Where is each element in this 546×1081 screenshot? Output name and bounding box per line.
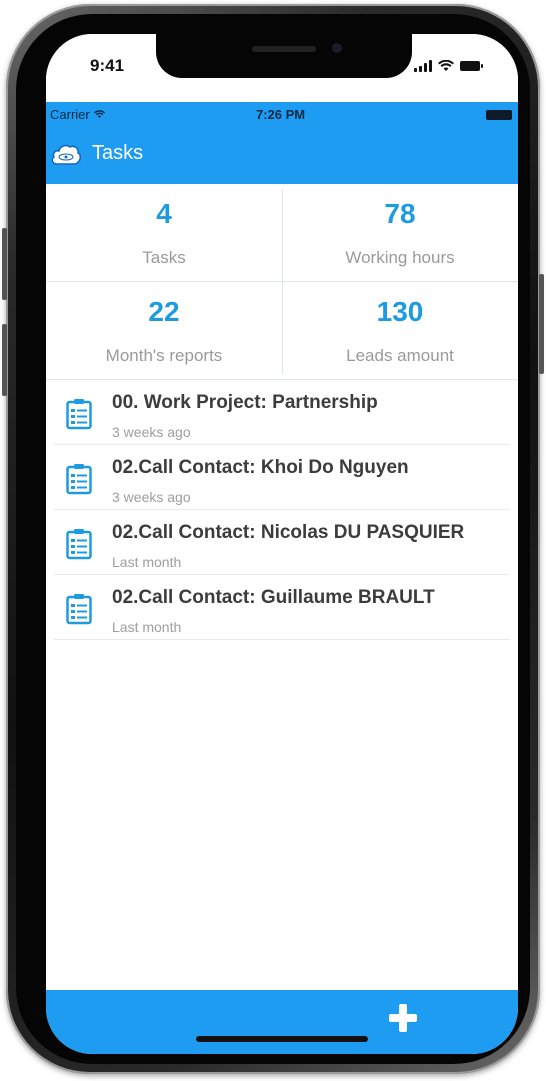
home-indicator[interactable]: [196, 1036, 368, 1042]
task-time: 3 weeks ago: [112, 489, 191, 505]
stat-month-reports[interactable]: 22 Month's reports: [46, 282, 282, 380]
task-title: 02.Call Contact: Khoi Do Nguyen: [112, 457, 409, 478]
wifi-icon: [438, 60, 454, 71]
stat-value: 4: [156, 198, 172, 229]
carrier-label: Carrier: [50, 107, 90, 122]
task-time: Last month: [112, 554, 182, 570]
task-list: 00. Work Project: Partnership 3 weeks ag…: [46, 380, 518, 640]
plus-icon[interactable]: [389, 1004, 417, 1032]
task-row[interactable]: 02.Call Contact: Guillaume BRAULT Last m…: [54, 575, 510, 640]
wifi-icon: [93, 110, 105, 118]
phone-frame: 9:41 Carrier 7:26 PM Tasks 4 Tasks 78 Wo…: [2, 4, 544, 1074]
power-button: [539, 274, 544, 374]
task-list-icon: [66, 529, 92, 560]
app-clock: 7:26 PM: [256, 107, 306, 122]
stats-vertical-divider: [282, 190, 283, 374]
app-status-bar: Carrier 7:26 PM: [46, 102, 518, 128]
stat-tasks[interactable]: 4 Tasks: [46, 184, 282, 282]
task-list-icon: [66, 399, 92, 430]
stat-value: 130: [376, 296, 424, 327]
stat-label: Working hours: [345, 248, 455, 267]
stat-label: Month's reports: [105, 346, 223, 365]
stat-label: Tasks: [142, 248, 186, 267]
signal-icon: [414, 60, 432, 72]
volume-down-button: [2, 324, 7, 396]
front-camera: [332, 43, 342, 53]
stat-working-hours[interactable]: 78 Working hours: [282, 184, 518, 282]
battery-icon: [460, 61, 483, 71]
task-list-icon: [66, 464, 92, 495]
stats-horizontal-divider: [46, 281, 518, 282]
device-clock: 9:41: [90, 56, 125, 75]
page-title: Tasks: [92, 142, 144, 164]
task-list-icon: [66, 594, 92, 625]
task-time: 3 weeks ago: [112, 424, 191, 440]
atomic-cloud-logo-icon[interactable]: [50, 142, 82, 168]
carrier: Carrier: [50, 107, 105, 122]
stats-grid: 4 Tasks 78 Working hours 22 Month's repo…: [46, 184, 518, 380]
device-status-icons: [414, 60, 484, 72]
stat-label: Leads amount: [346, 346, 454, 365]
task-title: 02.Call Contact: Nicolas DU PASQUIER: [112, 522, 465, 543]
stat-leads-amount[interactable]: 130 Leads amount: [282, 282, 518, 380]
bottom-bar: [46, 990, 518, 1054]
volume-up-button: [2, 228, 7, 300]
phone-screen: 9:41 Carrier 7:26 PM Tasks 4 Tasks 78 Wo…: [46, 34, 518, 1054]
task-title: 02.Call Contact: Guillaume BRAULT: [112, 587, 435, 608]
battery-icon: [486, 110, 512, 120]
notch: [156, 34, 412, 78]
task-time: Last month: [112, 619, 182, 635]
stat-value: 78: [384, 198, 416, 229]
stat-value: 22: [148, 296, 180, 327]
app-header: Tasks: [46, 128, 518, 184]
speaker: [252, 46, 316, 52]
task-row[interactable]: 02.Call Contact: Khoi Do Nguyen 3 weeks …: [54, 445, 510, 510]
task-row[interactable]: 02.Call Contact: Nicolas DU PASQUIER Las…: [54, 510, 510, 575]
task-title: 00. Work Project: Partnership: [112, 392, 378, 413]
task-row[interactable]: 00. Work Project: Partnership 3 weeks ag…: [54, 380, 510, 445]
